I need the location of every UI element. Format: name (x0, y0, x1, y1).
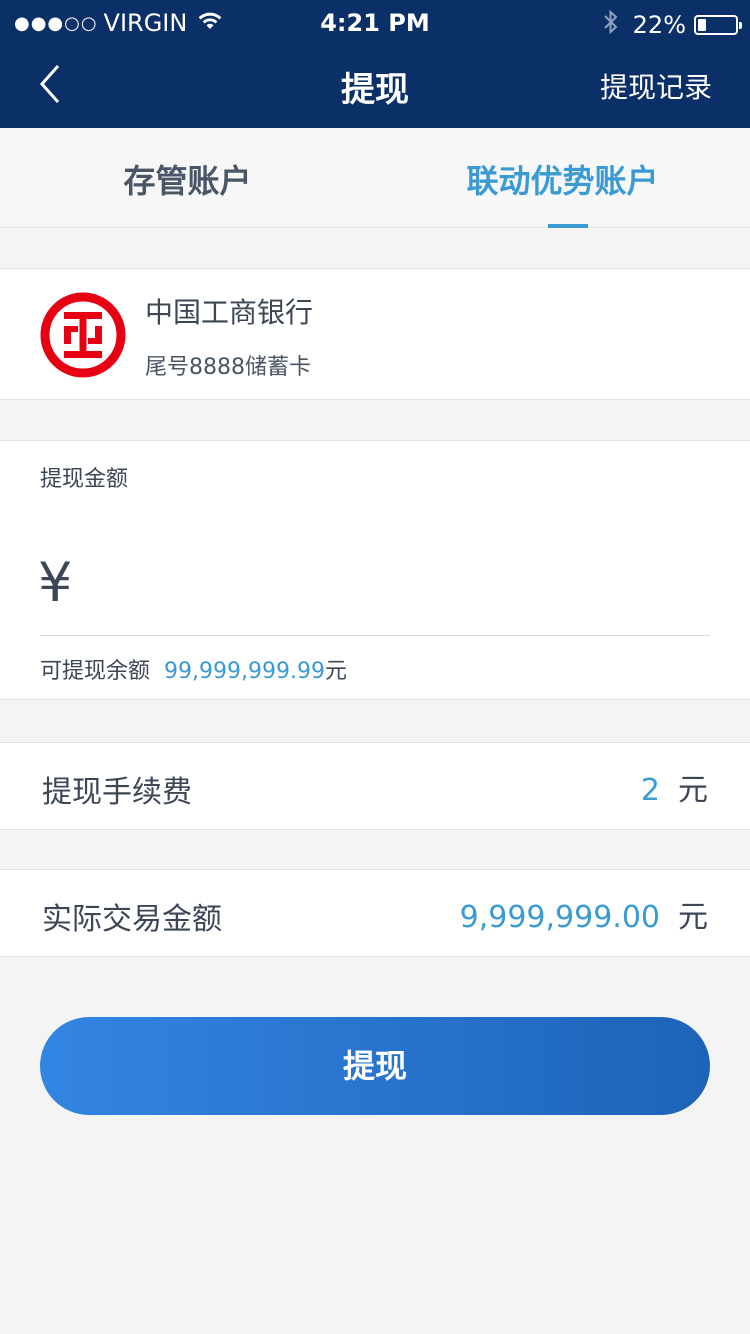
fee-label: 提现手续费 (42, 775, 192, 810)
fee-value-group: 2 元 (641, 765, 708, 809)
balance-unit: 元 (324, 659, 347, 684)
battery-icon (694, 15, 742, 35)
actual-amount-row: 实际交易金额 9,999,999.00 元 (0, 869, 750, 957)
actual-amount-unit: 元 (678, 900, 708, 935)
available-balance: 可提现余额 99,999,999.99元 (40, 653, 347, 685)
header: ●●●○○ VIRGIN 4:21 PM 22% 提现 提现记录 (0, 0, 750, 128)
currency-symbol: ¥ (38, 551, 73, 614)
actual-amount-value-group: 9,999,999.00 元 (460, 892, 708, 936)
account-tabs: 存管账户 联动优势账户 (0, 128, 750, 228)
status-bar: ●●●○○ VIRGIN 4:21 PM 22% (0, 0, 750, 46)
fee-value: 2 (640, 773, 660, 808)
bluetooth-icon (603, 9, 619, 41)
bank-name: 中国工商银行 (145, 296, 314, 329)
fee-row: 提现手续费 2 元 (0, 742, 750, 830)
balance-label: 可提现余额 (40, 659, 151, 684)
balance-value: 99,999,999.99 (164, 659, 325, 684)
withdraw-amount-section: 提现金额 ¥ 可提现余额 99,999,999.99元 (0, 440, 750, 700)
amount-label: 提现金额 (40, 467, 129, 492)
divider (40, 635, 710, 636)
battery-percent: 22% (632, 11, 686, 39)
withdraw-button[interactable]: 提现 (40, 1017, 710, 1115)
tab-umpay-account[interactable]: 联动优势账户 (375, 156, 750, 202)
active-tab-indicator (548, 224, 588, 228)
status-right: 22% (603, 9, 742, 41)
battery-fill (698, 19, 706, 31)
bank-card-tail: 尾号8888储蓄卡 (145, 355, 311, 380)
actual-amount-value: 9,999,999.00 (459, 900, 660, 935)
withdraw-history-link[interactable]: 提现记录 (600, 66, 712, 106)
actual-amount-label: 实际交易金额 (42, 902, 222, 937)
amount-input[interactable] (100, 549, 700, 619)
bank-card-selector[interactable]: 中国工商银行 尾号8888储蓄卡 (0, 268, 750, 400)
tab-custody-account[interactable]: 存管账户 (0, 156, 375, 202)
icbc-logo (40, 292, 126, 378)
fee-unit: 元 (678, 773, 708, 808)
